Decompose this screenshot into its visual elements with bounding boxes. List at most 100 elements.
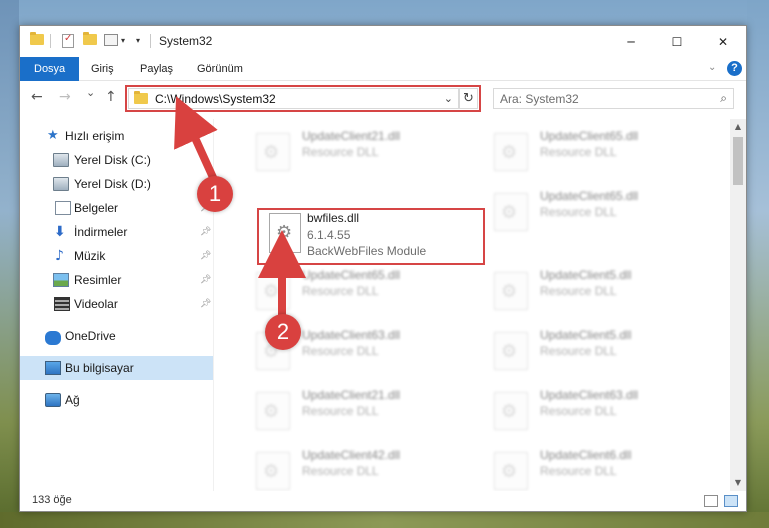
file-item[interactable]: UpdateClient65.dll Resource DLL bbox=[488, 183, 718, 239]
help-icon[interactable]: ? bbox=[727, 61, 742, 76]
file-item[interactable]: UpdateClient65.dll Resource DLL bbox=[250, 262, 480, 318]
search-icon[interactable]: ⌕ bbox=[720, 91, 727, 106]
sidebar-item-label: Yerel Disk (C:) bbox=[74, 153, 151, 167]
file-item[interactable]: UpdateClient63.dll Resource DLL bbox=[488, 382, 718, 438]
forward-button[interactable]: → bbox=[59, 89, 71, 105]
up-button[interactable]: ↑ bbox=[105, 89, 117, 105]
search-input[interactable]: Ara: System32 ⌕ bbox=[493, 88, 734, 109]
file-item[interactable]: UpdateClient5.dll Resource DLL bbox=[488, 322, 718, 378]
details-view-icon[interactable] bbox=[704, 495, 718, 507]
new-folder-icon[interactable] bbox=[83, 32, 97, 45]
properties-icon[interactable] bbox=[104, 34, 118, 46]
tab-view[interactable]: Görünüm bbox=[197, 57, 243, 81]
file-name: UpdateClient5.dll bbox=[540, 268, 632, 282]
file-name: UpdateClient65.dll bbox=[302, 268, 401, 282]
maximize-button[interactable]: ☐ bbox=[654, 26, 700, 57]
tiles-view-icon[interactable] bbox=[724, 495, 738, 507]
file-item[interactable]: UpdateClient6.dll Resource DLL bbox=[488, 442, 718, 491]
sidebar-item-disk-d[interactable]: Yerel Disk (D:) bbox=[20, 172, 213, 196]
back-button[interactable]: ← bbox=[31, 89, 43, 105]
file-item[interactable]: UpdateClient65.dll Resource DLL bbox=[488, 123, 718, 179]
dll-file-icon bbox=[494, 392, 528, 430]
network-icon bbox=[45, 393, 61, 407]
download-icon: ⬇ bbox=[54, 224, 66, 240]
dll-file-icon bbox=[256, 392, 290, 430]
sidebar-item-label: Hızlı erişim bbox=[65, 129, 125, 143]
sidebar-item-label: Müzik bbox=[74, 249, 106, 263]
desktop-background-bottom bbox=[0, 512, 769, 528]
close-button[interactable]: ✕ bbox=[700, 26, 746, 57]
minimize-button[interactable]: ─ bbox=[608, 26, 654, 57]
sidebar-item-downloads[interactable]: ⬇ İndirmeler 📌︎ bbox=[20, 220, 213, 244]
computer-icon bbox=[45, 361, 61, 375]
file-item[interactable]: UpdateClient42.dll Resource DLL bbox=[250, 442, 480, 491]
sidebar-item-label: Yerel Disk (D:) bbox=[74, 177, 151, 191]
file-name: UpdateClient5.dll bbox=[540, 328, 632, 342]
dll-file-icon bbox=[494, 193, 528, 231]
sidebar-item-network[interactable]: Ağ bbox=[20, 388, 213, 412]
music-icon: ♪ bbox=[55, 248, 64, 264]
window-title: System32 bbox=[159, 34, 213, 48]
sidebar-item-label: Videolar bbox=[74, 297, 118, 311]
file-description: Resource DLL bbox=[302, 404, 379, 418]
sidebar-item-this-pc[interactable]: Bu bilgisayar bbox=[20, 356, 213, 380]
quick-access-dropdown-icon[interactable]: ▾ bbox=[121, 36, 125, 45]
file-description: Resource DLL bbox=[540, 464, 617, 478]
cloud-icon bbox=[45, 331, 61, 345]
desktop-background-right bbox=[747, 0, 769, 528]
documents-icon bbox=[55, 201, 71, 215]
title-separator bbox=[150, 34, 151, 48]
pin-icon[interactable]: 📌︎ bbox=[200, 299, 211, 309]
file-item[interactable]: UpdateClient21.dll Resource DLL bbox=[250, 123, 480, 179]
sidebar-item-disk-c[interactable]: Yerel Disk (C:) bbox=[20, 148, 213, 172]
disk-icon bbox=[53, 153, 69, 167]
desktop-background-left bbox=[0, 0, 19, 528]
file-name: UpdateClient42.dll bbox=[302, 448, 401, 462]
step-badge-1: 1 bbox=[197, 176, 233, 212]
recent-locations-button[interactable]: ⌄ bbox=[86, 86, 95, 99]
file-description: Resource DLL bbox=[540, 145, 617, 159]
item-count: 133 öğe bbox=[32, 494, 72, 506]
dll-file-icon bbox=[494, 133, 528, 171]
file-name: UpdateClient65.dll bbox=[540, 129, 639, 143]
file-name: UpdateClient6.dll bbox=[540, 448, 632, 462]
pin-icon[interactable]: 📌︎ bbox=[200, 227, 211, 237]
pin-icon[interactable]: 📌︎ bbox=[200, 275, 211, 285]
star-icon: ★ bbox=[47, 128, 59, 143]
file-list: UpdateClient21.dll Resource DLL bwfiles.… bbox=[214, 119, 730, 491]
file-item[interactable]: UpdateClient5.dll Resource DLL bbox=[488, 262, 718, 318]
file-description: Resource DLL bbox=[540, 344, 617, 358]
customize-toolbar-icon[interactable]: ▾ bbox=[136, 36, 140, 45]
file-description: Resource DLL bbox=[302, 464, 379, 478]
scroll-down-icon[interactable]: ▼ bbox=[730, 475, 746, 491]
navigation-bar: ← → ⌄ ↑ C:\Windows\System32 ⌄ ↻ Ara: Sys… bbox=[20, 81, 746, 117]
tab-share[interactable]: Paylaş bbox=[140, 57, 173, 81]
address-highlight-box bbox=[125, 85, 481, 112]
file-name: UpdateClient65.dll bbox=[540, 189, 639, 203]
explorer-window: ▾ ▾ System32 ─ ☐ ✕ Dosya Giriş Paylaş Gö… bbox=[19, 25, 747, 512]
status-bar: 133 öğe bbox=[20, 491, 746, 511]
sidebar-item-onedrive[interactable]: OneDrive bbox=[20, 324, 213, 348]
scroll-up-icon[interactable]: ▲ bbox=[730, 119, 746, 135]
quick-access-separator bbox=[50, 34, 51, 48]
file-description: Resource DLL bbox=[302, 284, 379, 298]
tab-file[interactable]: Dosya bbox=[20, 57, 80, 81]
ribbon-tabs: Dosya Giriş Paylaş Görünüm ⌄ ? bbox=[20, 57, 746, 81]
dll-file-icon bbox=[256, 272, 290, 310]
sidebar-item-documents[interactable]: Belgeler 📌︎ bbox=[20, 196, 213, 220]
expand-ribbon-icon[interactable]: ⌄ bbox=[708, 62, 716, 73]
file-item[interactable]: UpdateClient21.dll Resource DLL bbox=[250, 382, 480, 438]
file-description: Resource DLL bbox=[540, 205, 617, 219]
pin-icon[interactable]: 📌︎ bbox=[200, 251, 211, 261]
file-description: Resource DLL bbox=[302, 145, 379, 159]
sidebar-item-quick-access[interactable]: ★ Hızlı erişim bbox=[20, 124, 213, 148]
properties-check-icon[interactable] bbox=[62, 33, 74, 48]
sidebar-item-music[interactable]: ♪ Müzik 📌︎ bbox=[20, 244, 213, 268]
pictures-icon bbox=[53, 273, 69, 287]
tab-home[interactable]: Giriş bbox=[91, 57, 114, 81]
sidebar-item-videos[interactable]: Videolar 📌︎ bbox=[20, 292, 213, 316]
sidebar-item-pictures[interactable]: Resimler 📌︎ bbox=[20, 268, 213, 292]
vertical-scrollbar[interactable]: ▲ ▼ bbox=[730, 119, 746, 491]
quick-access-folder-icon[interactable] bbox=[30, 32, 44, 45]
scroll-thumb[interactable] bbox=[733, 137, 743, 185]
